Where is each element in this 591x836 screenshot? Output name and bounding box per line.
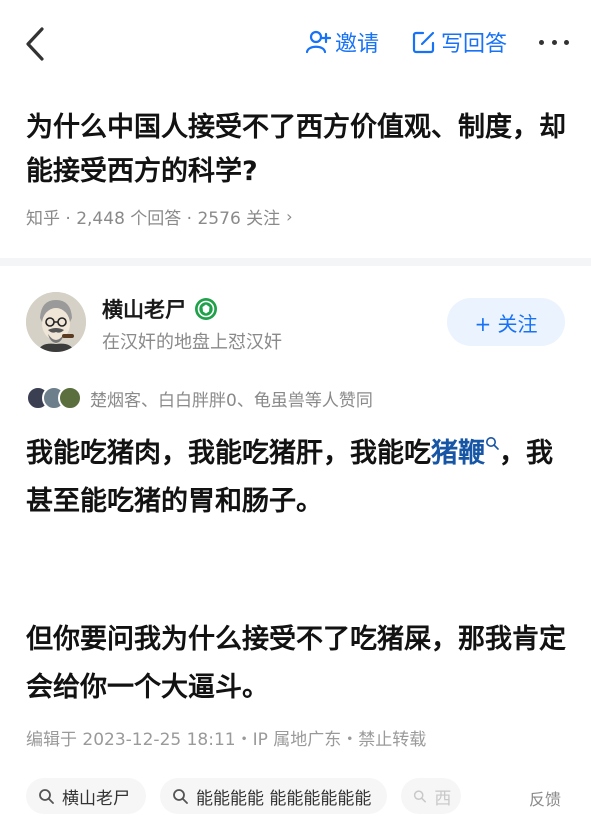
answer-text: 我能吃猪肉，我能吃猪肝，我能吃: [26, 438, 431, 469]
related-tags: 横山老尸 能能能能 能能能能能能 西: [26, 778, 475, 814]
answer-paragraph: 我能吃猪肉，我能吃猪肝，我能吃猪鞭 ，我甚至能吃猪的胃和肠子。: [26, 430, 571, 526]
search-icon[interactable]: [485, 436, 499, 450]
answer-page: 邀请 写回答 为什么中国人接受不了西方价值观、制度，却能接受西方的科学? 知乎 …: [0, 0, 591, 836]
question-header: 为什么中国人接受不了西方价值观、制度，却能接受西方的科学? 知乎 · 2,448…: [26, 106, 571, 229]
write-answer-button[interactable]: 写回答: [411, 26, 507, 58]
tag-label: 西: [434, 788, 452, 809]
author-name[interactable]: 横山老尸: [102, 294, 186, 324]
verified-badge-icon: [195, 298, 217, 320]
avatar-illustration: [26, 292, 86, 352]
search-icon: [39, 789, 54, 804]
author-bio: 在汉奸的地盘上怼汉奸: [102, 332, 282, 353]
tag-label: 横山老尸: [62, 788, 130, 809]
related-search-tag[interactable]: 横山老尸: [26, 778, 146, 814]
search-icon: [173, 789, 188, 804]
upvoters-row[interactable]: 楚烟客、白白胖胖0、龟虽兽等人赞同: [26, 384, 373, 412]
upvoter-avatar: [58, 386, 82, 410]
related-search-tag[interactable]: 能能能能 能能能能能能: [160, 778, 388, 814]
more-icon: [539, 39, 544, 45]
upvoter-avatars: [26, 386, 82, 410]
top-bar: 邀请 写回答: [0, 0, 591, 86]
question-meta[interactable]: 知乎 · 2,448 个回答 · 2576 关注 ›: [26, 204, 571, 229]
question-title[interactable]: 为什么中国人接受不了西方价值观、制度，却能接受西方的科学?: [26, 106, 571, 194]
invite-label: 邀请: [334, 32, 379, 57]
author-card: 横山老尸 在汉奸的地盘上怼汉奸 + 关注: [26, 290, 571, 354]
top-actions: 邀请 写回答: [305, 22, 569, 62]
related-search-tag[interactable]: 西: [401, 778, 462, 814]
more-button[interactable]: [539, 27, 569, 57]
write-answer-label: 写回答: [440, 32, 507, 57]
upvoters-text: 楚烟客、白白胖胖0、龟虽兽等人赞同: [90, 390, 373, 411]
section-divider: [0, 258, 591, 266]
edit-meta: 编辑于 2023-12-25 18:11・IP 属地广东・禁止转载: [26, 730, 427, 750]
chevron-right-icon: ›: [286, 207, 293, 226]
search-icon: [414, 790, 427, 803]
tag-label: 能能能能 能能能能能能: [196, 788, 372, 809]
back-button[interactable]: [22, 24, 50, 64]
question-meta-text: 知乎 · 2,448 个回答 · 2576 关注: [26, 209, 281, 229]
follow-button[interactable]: + 关注: [447, 298, 565, 346]
invite-button[interactable]: 邀请: [305, 26, 379, 58]
feedback-button[interactable]: 反馈: [529, 786, 561, 810]
search-keyword-link[interactable]: 猪鞭: [431, 438, 485, 469]
author-name-row: 横山老尸: [102, 294, 218, 324]
add-user-icon: [305, 30, 331, 54]
avatar[interactable]: [26, 292, 86, 352]
edit-icon: [412, 31, 435, 54]
answer-paragraph: 但你要问我为什么接受不了吃猪屎，那我肯定会给你一个大逼斗。: [26, 624, 566, 703]
answer-content: 我能吃猪肉，我能吃猪肝，我能吃猪鞭 ，我甚至能吃猪的胃和肠子。 但你要问我为什么接…: [26, 430, 571, 712]
chevron-left-icon: [26, 27, 44, 61]
